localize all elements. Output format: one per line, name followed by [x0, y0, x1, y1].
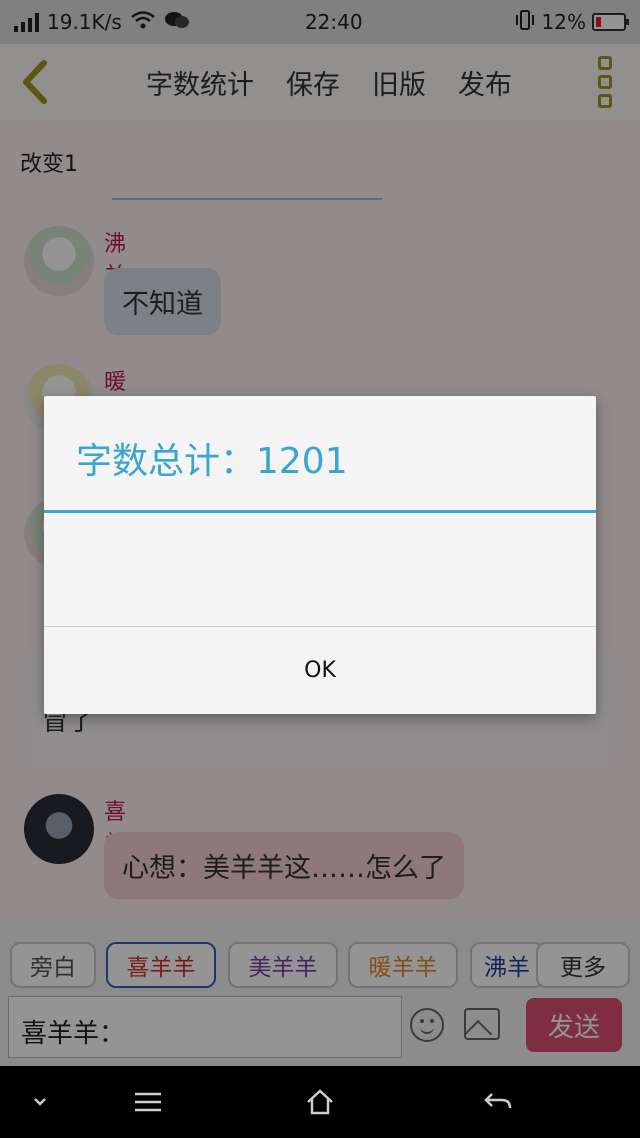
- system-nav-bar: [0, 1066, 640, 1138]
- back-arrow-icon[interactable]: [478, 1086, 518, 1118]
- menu-icon[interactable]: [128, 1086, 168, 1118]
- dialog-divider: [44, 510, 596, 513]
- home-icon[interactable]: [300, 1086, 340, 1118]
- chevron-down-icon[interactable]: [20, 1086, 60, 1118]
- dialog-title: 字数总计：1201: [76, 441, 348, 482]
- word-count-dialog: 字数总计：1201 OK: [44, 396, 596, 714]
- ok-button[interactable]: OK: [44, 627, 596, 714]
